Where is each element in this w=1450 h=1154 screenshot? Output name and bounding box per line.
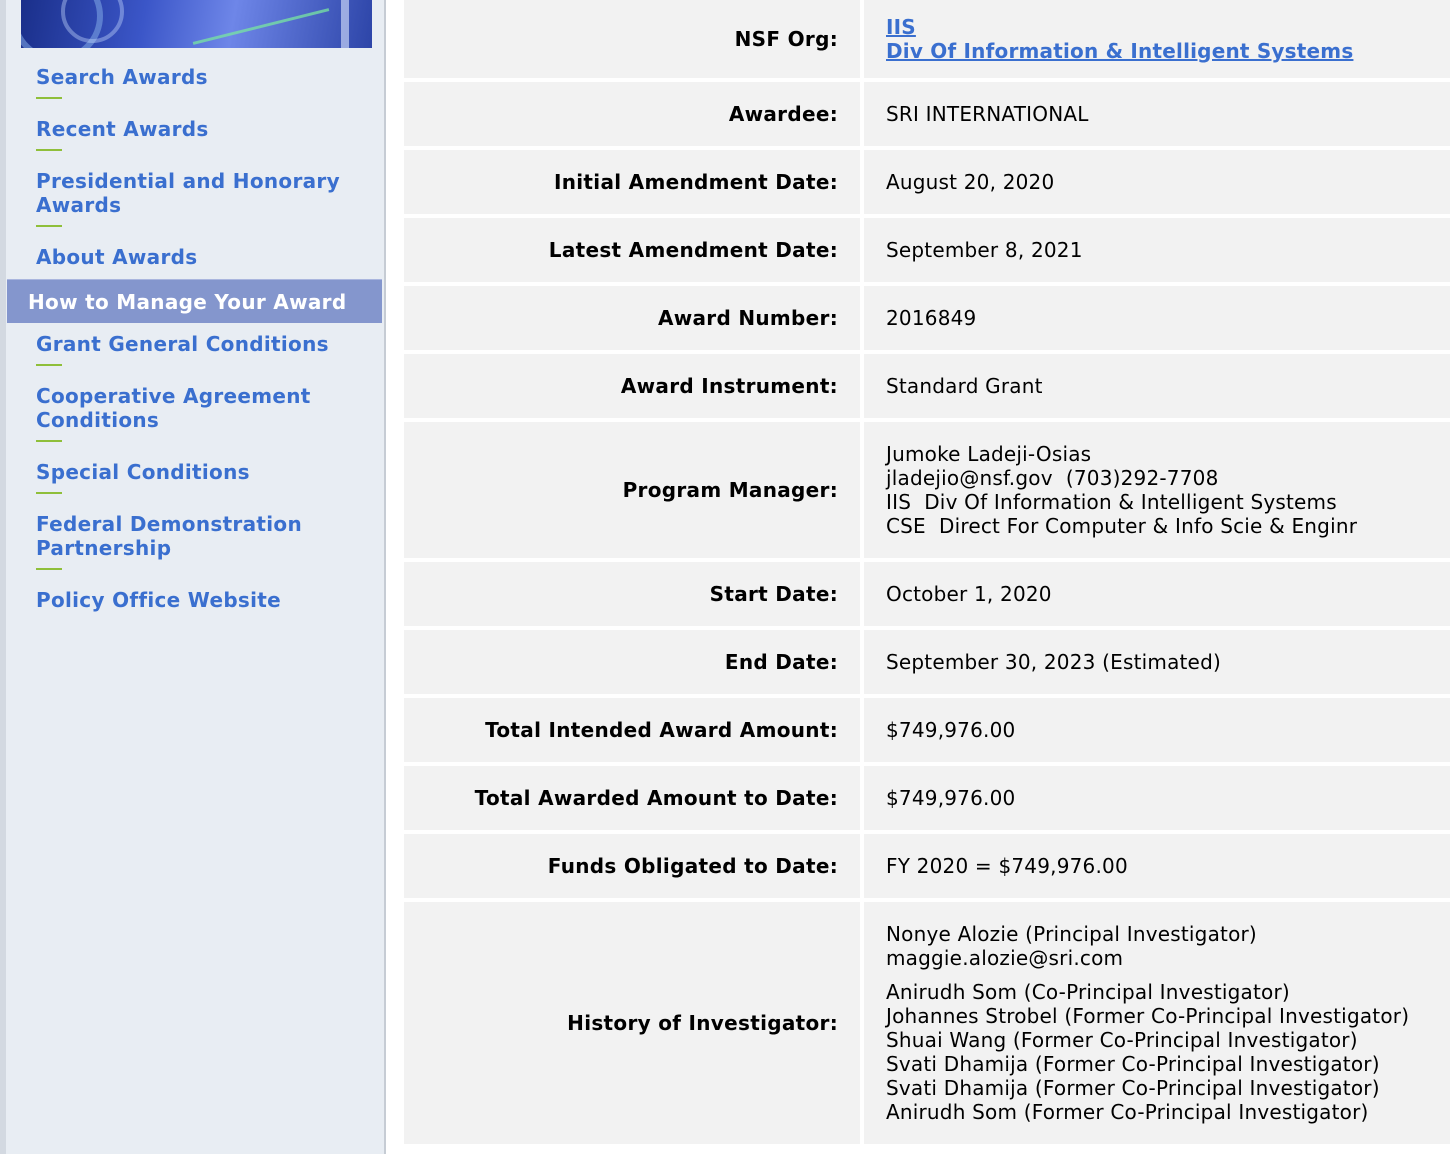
history-of-investigator-value: Nonye Alozie (Principal Investigator) ma… (864, 902, 1450, 1144)
sidebar-item-cooperative-agreement-conditions[interactable]: Cooperative Agreement Conditions (0, 381, 326, 432)
sidebar-item-policy-office-website[interactable]: Policy Office Website (0, 585, 384, 612)
banner-light-ray (192, 8, 330, 45)
awardee-value: SRI INTERNATIONAL (864, 82, 1450, 146)
total-awarded-amount-value: $749,976.00 (864, 766, 1450, 830)
nav-separator (36, 492, 62, 494)
investigator-entry: Anirudh Som (Co-Principal Investigator) (886, 980, 1290, 1004)
sidebar-item-recent-awards[interactable]: Recent Awards (0, 114, 384, 141)
row-funds-obligated: Funds Obligated to Date: FY 2020 = $749,… (404, 834, 1450, 898)
principal-investigator: Nonye Alozie (Principal Investigator) (886, 922, 1257, 946)
history-of-investigator-label: History of Investigator: (404, 902, 860, 1144)
start-date-value: October 1, 2020 (864, 562, 1450, 626)
row-latest-amendment-date: Latest Amendment Date: September 8, 2021 (404, 218, 1450, 282)
award-details-table: NSF Org: IIS Div Of Information & Intell… (404, 0, 1450, 1148)
latest-amendment-date-label: Latest Amendment Date: (404, 218, 860, 282)
investigator-entry: Svati Dhamija (Former Co-Principal Inves… (886, 1052, 1380, 1076)
sidebar: Search Awards Recent Awards Presidential… (0, 0, 386, 1154)
total-intended-award-amount-label: Total Intended Award Amount: (404, 698, 860, 762)
program-manager-division: IIS Div Of Information & Intelligent Sys… (886, 490, 1337, 514)
row-total-intended-award-amount: Total Intended Award Amount: $749,976.00 (404, 698, 1450, 762)
row-end-date: End Date: September 30, 2023 (Estimated) (404, 630, 1450, 694)
nav-separator (36, 364, 62, 366)
nav-separator (36, 97, 62, 99)
principal-investigator-email: maggie.alozie@sri.com (886, 946, 1124, 970)
row-nsf-org: NSF Org: IIS Div Of Information & Intell… (404, 0, 1450, 78)
sidebar-item-about-awards[interactable]: About Awards (0, 242, 384, 269)
program-manager-value: Jumoke Ladeji-Osias jladejio@nsf.gov (70… (864, 422, 1450, 558)
award-instrument-value: Standard Grant (864, 354, 1450, 418)
nsf-org-name-link[interactable]: Div Of Information & Intelligent Systems (886, 39, 1450, 63)
end-date-value: September 30, 2023 (Estimated) (864, 630, 1450, 694)
row-start-date: Start Date: October 1, 2020 (404, 562, 1450, 626)
row-awardee: Awardee: SRI INTERNATIONAL (404, 82, 1450, 146)
funds-obligated-label: Funds Obligated to Date: (404, 834, 860, 898)
investigator-entry: Shuai Wang (Former Co-Principal Investig… (886, 1028, 1358, 1052)
funds-obligated-value: FY 2020 = $749,976.00 (864, 834, 1450, 898)
nav-separator (36, 149, 62, 151)
initial-amendment-date-label: Initial Amendment Date: (404, 150, 860, 214)
start-date-label: Start Date: (404, 562, 860, 626)
row-history-of-investigator: History of Investigator: Nonye Alozie (P… (404, 902, 1450, 1144)
total-awarded-amount-label: Total Awarded Amount to Date: (404, 766, 860, 830)
row-award-instrument: Award Instrument: Standard Grant (404, 354, 1450, 418)
nsf-org-code-link[interactable]: IIS (886, 15, 1450, 39)
program-manager-contact: jladejio@nsf.gov (703)292-7708 (886, 466, 1219, 490)
nav-separator (36, 440, 62, 442)
row-initial-amendment-date: Initial Amendment Date: August 20, 2020 (404, 150, 1450, 214)
award-number-value: 2016849 (864, 286, 1450, 350)
banner-image (21, 0, 372, 48)
program-manager-directorate: CSE Direct For Computer & Info Scie & En… (886, 514, 1358, 538)
nav-separator (36, 568, 62, 570)
sidebar-item-grant-general-conditions[interactable]: Grant General Conditions (0, 329, 384, 356)
page: Search Awards Recent Awards Presidential… (0, 0, 1450, 1154)
nav-separator (36, 225, 62, 227)
nsf-org-label: NSF Org: (404, 0, 860, 78)
latest-amendment-date-value: September 8, 2021 (864, 218, 1450, 282)
banner-bar (341, 0, 349, 48)
sidebar-item-how-to-manage-your-award[interactable]: How to Manage Your Award (7, 279, 382, 323)
row-award-number: Award Number: 2016849 (404, 286, 1450, 350)
investigator-entry: Anirudh Som (Former Co-Principal Investi… (886, 1100, 1369, 1124)
sidebar-item-search-awards[interactable]: Search Awards (0, 62, 384, 89)
investigator-entry: Svati Dhamija (Former Co-Principal Inves… (886, 1076, 1380, 1100)
awardee-label: Awardee: (404, 82, 860, 146)
row-program-manager: Program Manager: Jumoke Ladeji-Osias jla… (404, 422, 1450, 558)
award-instrument-label: Award Instrument: (404, 354, 860, 418)
total-intended-award-amount-value: $749,976.00 (864, 698, 1450, 762)
end-date-label: End Date: (404, 630, 860, 694)
row-total-awarded-amount: Total Awarded Amount to Date: $749,976.0… (404, 766, 1450, 830)
nsf-org-value: IIS Div Of Information & Intelligent Sys… (864, 0, 1450, 78)
sidebar-item-federal-demonstration-partnership[interactable]: Federal Demonstration Partnership (0, 509, 326, 560)
investigator-entry: Johannes Strobel (Former Co-Principal In… (886, 1004, 1410, 1028)
sidebar-item-special-conditions[interactable]: Special Conditions (0, 457, 384, 484)
program-manager-label: Program Manager: (404, 422, 860, 558)
sidebar-nav: Search Awards Recent Awards Presidential… (0, 62, 384, 612)
sidebar-item-presidential-honorary-awards[interactable]: Presidential and Honorary Awards (0, 166, 346, 217)
program-manager-name: Jumoke Ladeji-Osias (886, 442, 1092, 466)
initial-amendment-date-value: August 20, 2020 (864, 150, 1450, 214)
award-number-label: Award Number: (404, 286, 860, 350)
